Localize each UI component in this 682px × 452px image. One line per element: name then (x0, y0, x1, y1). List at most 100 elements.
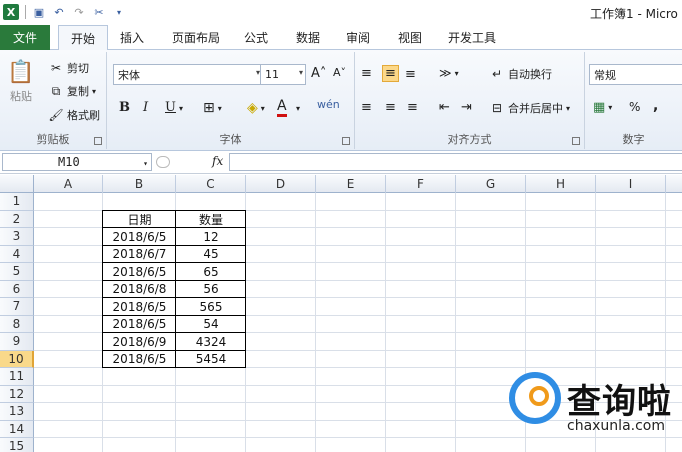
quantity-cell[interactable]: 5454 (176, 351, 246, 369)
save-icon[interactable]: ▣ (32, 5, 46, 19)
bold-button[interactable]: B (119, 100, 130, 115)
align-right-button[interactable]: ≡ (407, 100, 418, 115)
wrap-text-button[interactable]: ↵ 自动换行 (489, 66, 552, 82)
row-header[interactable]: 12 (0, 385, 34, 403)
number-format-select[interactable]: 常规 (589, 64, 682, 85)
column-header[interactable]: C (176, 175, 246, 193)
row-header[interactable]: 14 (0, 420, 34, 438)
align-bottom-button[interactable]: ≡ (405, 67, 416, 82)
table-header-cell[interactable]: 日期 (103, 211, 176, 229)
accounting-format-button[interactable]: ▦ ▾ (593, 100, 612, 115)
row-header[interactable]: 3 (0, 228, 34, 246)
quantity-cell[interactable]: 65 (176, 263, 246, 281)
font-family-select[interactable]: 宋体 ▾ (113, 64, 263, 85)
column-header[interactable]: F (386, 175, 456, 193)
tab-formulas[interactable]: 公式 (236, 25, 276, 50)
row-header[interactable]: 9 (0, 333, 34, 351)
underline-button[interactable]: U (165, 100, 176, 115)
font-size-select[interactable]: 11 ▾ (260, 64, 306, 85)
column-header[interactable]: D (246, 175, 316, 193)
align-center-button[interactable]: ≡ (385, 100, 396, 115)
row-header[interactable]: 11 (0, 368, 34, 386)
row-header[interactable]: 15 (0, 438, 34, 452)
row-header[interactable]: 5 (0, 263, 34, 281)
excel-logo-icon[interactable]: X (3, 4, 19, 20)
column-header[interactable]: E (316, 175, 386, 193)
formula-bar-handle-icon[interactable] (156, 156, 170, 168)
date-cell[interactable]: 2018/6/5 (103, 228, 176, 246)
row-header[interactable]: 7 (0, 298, 34, 316)
dialog-launcher-icon[interactable] (94, 137, 102, 145)
format-painter-button[interactable]: 🖌 格式刷 (48, 107, 100, 123)
percent-button[interactable]: % (629, 100, 640, 114)
copy-button[interactable]: ⧉ 复制 ▾ (48, 83, 96, 99)
column-header[interactable]: A (34, 175, 103, 193)
copy-dropdown-icon: ▾ (92, 86, 97, 96)
font-color-button[interactable]: A (277, 98, 287, 117)
orientation-button[interactable]: ≫ ▾ (439, 66, 459, 80)
date-cell[interactable]: 2018/6/5 (103, 263, 176, 281)
column-header[interactable]: B (103, 175, 176, 193)
row-header[interactable]: 1 (0, 193, 34, 211)
date-cell[interactable]: 2018/6/9 (103, 333, 176, 351)
row-header[interactable]: 10 (0, 350, 34, 368)
grow-font-button[interactable]: A˄ (311, 66, 326, 81)
quantity-cell[interactable]: 56 (176, 281, 246, 299)
tab-data[interactable]: 数据 (288, 25, 328, 50)
quantity-cell[interactable]: 45 (176, 246, 246, 264)
name-box[interactable]: M10 ▾ (2, 153, 152, 171)
column-header[interactable]: G (456, 175, 526, 193)
align-left-button[interactable]: ≡ (361, 100, 372, 115)
row-header[interactable]: 6 (0, 280, 34, 298)
column-header[interactable]: I (596, 175, 666, 193)
column-header[interactable]: H (526, 175, 596, 193)
quantity-cell[interactable]: 12 (176, 228, 246, 246)
undo-icon[interactable]: ↶ (52, 5, 66, 19)
quantity-cell[interactable]: 54 (176, 316, 246, 334)
align-middle-button[interactable]: ≡ (382, 65, 399, 82)
increase-indent-button[interactable]: ⇥ (461, 100, 472, 115)
dialog-launcher-icon[interactable] (572, 137, 580, 145)
tab-page-layout[interactable]: 页面布局 (166, 25, 226, 50)
row-header[interactable]: 4 (0, 245, 34, 263)
tab-file[interactable]: 文件 (0, 25, 50, 50)
merge-center-button[interactable]: ⊟ 合并后居中 ▾ (489, 100, 570, 116)
customize-dropdown-icon[interactable]: ▾ (112, 5, 126, 19)
row-header[interactable]: 2 (0, 210, 34, 228)
border-button[interactable]: ⊞ ▾ (203, 100, 222, 116)
paste-button[interactable]: 📋 粘贴 (7, 58, 34, 104)
row-header[interactable]: 8 (0, 315, 34, 333)
quantity-cell[interactable]: 4324 (176, 333, 246, 351)
tab-insert[interactable]: 插入 (112, 25, 152, 50)
date-cell[interactable]: 2018/6/5 (103, 316, 176, 334)
comma-button[interactable]: , (653, 98, 658, 114)
date-cell[interactable]: 2018/6/5 (103, 298, 176, 316)
select-all-corner[interactable] (0, 175, 34, 193)
custom-tool-icon[interactable]: ✂ (92, 5, 106, 19)
redo-icon[interactable]: ↷ (72, 5, 86, 19)
clipboard-group-label: 剪贴板 (36, 133, 70, 146)
tab-view[interactable]: 视图 (390, 25, 430, 50)
insert-function-button[interactable]: fx (212, 154, 223, 168)
formula-input[interactable] (229, 153, 682, 171)
underline-dropdown-icon[interactable]: ▾ (179, 104, 183, 113)
dialog-launcher-icon[interactable] (342, 137, 350, 145)
quantity-cell[interactable]: 565 (176, 298, 246, 316)
tab-developer[interactable]: 开发工具 (442, 25, 502, 50)
fill-color-button[interactable]: ◈ ▾ (247, 100, 265, 116)
date-cell[interactable]: 2018/6/7 (103, 246, 176, 264)
table-header-cell[interactable]: 数量 (176, 211, 246, 229)
tab-home[interactable]: 开始 (58, 25, 108, 51)
align-top-button[interactable]: ≡ (361, 66, 372, 81)
italic-button[interactable]: I (143, 100, 148, 115)
shrink-font-button[interactable]: A˅ (333, 66, 346, 79)
date-cell[interactable]: 2018/6/5 (103, 351, 176, 369)
phonetic-button[interactable]: wén (317, 98, 340, 111)
number-format-value: 常规 (594, 68, 616, 82)
cut-button[interactable]: ✂ 剪切 (48, 60, 89, 76)
row-header[interactable]: 13 (0, 403, 34, 421)
tab-review[interactable]: 审阅 (338, 25, 378, 50)
date-cell[interactable]: 2018/6/8 (103, 281, 176, 299)
decrease-indent-button[interactable]: ⇤ (439, 100, 450, 115)
font-color-dropdown-icon[interactable]: ▾ (296, 104, 300, 113)
